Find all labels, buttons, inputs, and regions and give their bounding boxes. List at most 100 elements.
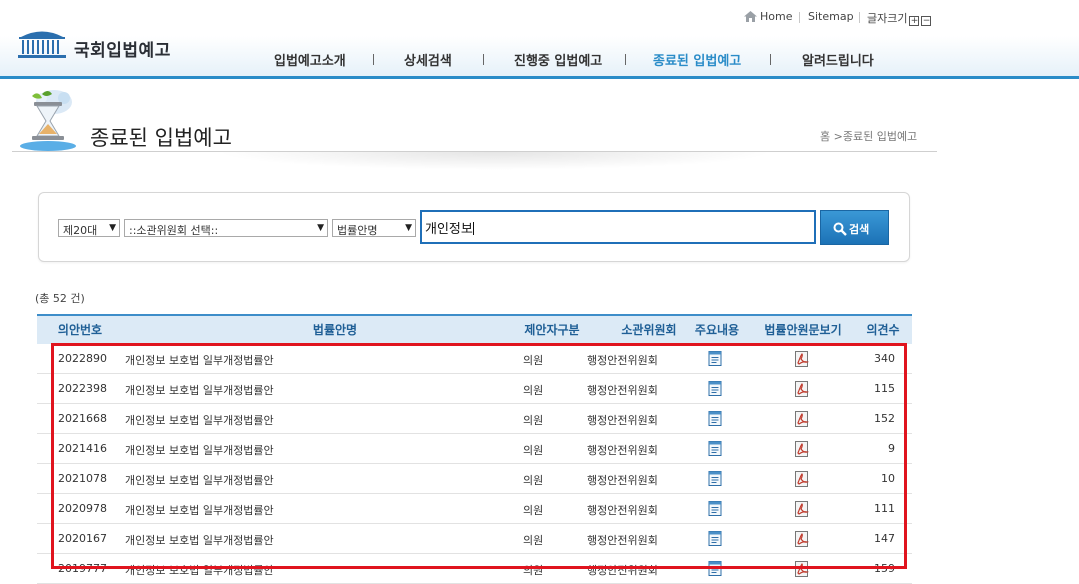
bill-name-link[interactable]: 개인정보 보호법 일부개정법률안 [125, 382, 274, 398]
breadcrumb-current: 종료된 입법예고 [842, 130, 918, 143]
opinion-count: 111 [874, 502, 895, 515]
site-logo[interactable]: 국회입법예고 [16, 28, 181, 62]
assembly-age-select[interactable]: 제20대 ▼ [58, 219, 120, 237]
bill-name-link[interactable]: 개인정보 보호법 일부개정법률안 [125, 472, 274, 488]
document-icon[interactable] [708, 561, 722, 579]
table-row[interactable]: 2022890 개인정보 보호법 일부개정법률안 의원 행정안전위원회 340 [37, 344, 912, 374]
proposer-type: 의원 [523, 504, 544, 517]
title-shadow [215, 152, 775, 170]
committee-name: 행정안전위원회 [587, 534, 658, 547]
table-row[interactable]: 2021416 개인정보 보호법 일부개정법률안 의원 행정안전위원회 9 [37, 434, 912, 464]
search-icon [833, 222, 847, 236]
breadcrumb-home[interactable]: 홈 [820, 130, 830, 143]
table-header: 의안번호 법률안명 제안자구분 소관위원회 주요내용 법률안원문보기 의견수 [37, 314, 912, 344]
search-field-value: 법률안명 [337, 224, 378, 237]
pdf-icon[interactable] [794, 501, 810, 520]
bill-name-link[interactable]: 개인정보 보호법 일부개정법률안 [125, 562, 274, 578]
nav-intro[interactable]: 입법예고소개 [274, 50, 346, 69]
column-header-bill-name[interactable]: 법률안명 [123, 321, 547, 338]
opinion-count: 115 [874, 382, 895, 395]
bill-name-link[interactable]: 개인정보 보호법 일부개정법률안 [125, 532, 274, 548]
pdf-icon[interactable] [794, 471, 810, 490]
breadcrumb-separator: > [833, 130, 843, 143]
opinion-count: 9 [888, 442, 895, 455]
home-link[interactable]: Home [744, 10, 792, 26]
sitemap-link[interactable]: Sitemap [808, 10, 854, 26]
committee-name: 행정안전위원회 [587, 504, 658, 517]
bill-number: 2022890 [58, 352, 107, 365]
opinion-count: 159 [874, 562, 895, 575]
table-row[interactable]: 2021668 개인정보 보호법 일부개정법률안 의원 행정안전위원회 152 [37, 404, 912, 434]
hourglass-icon [20, 90, 76, 151]
pdf-icon[interactable] [794, 441, 810, 460]
table-row[interactable]: 2020167 개인정보 보호법 일부개정법률안 의원 행정안전위원회 147 [37, 524, 912, 554]
search-input[interactable]: 개인정보 [420, 210, 816, 244]
nav-divider [625, 54, 626, 65]
breadcrumb: 홈 >종료된 입법예고 [820, 128, 917, 144]
search-field-select[interactable]: 법률안명 ▼ [332, 219, 416, 237]
proposer-type: 의원 [523, 354, 544, 367]
document-icon[interactable] [708, 351, 722, 369]
font-decrease-button[interactable]: − [921, 16, 932, 26]
nav-detail-search[interactable]: 상세검색 [404, 50, 452, 69]
committee-select[interactable]: ::소관위원회 선택:: ▼ [124, 219, 328, 237]
proposer-type: 의원 [523, 444, 544, 457]
committee-name: 행정안전위원회 [587, 414, 658, 427]
column-header-opinions[interactable]: 의견수 [853, 321, 913, 338]
bill-name-link[interactable]: 개인정보 보호법 일부개정법률안 [125, 412, 274, 428]
bill-number: 2021416 [58, 442, 107, 455]
proposer-type: 의원 [523, 414, 544, 427]
bill-name-link[interactable]: 개인정보 보호법 일부개정법률안 [125, 352, 274, 368]
document-icon[interactable] [708, 531, 722, 549]
table-row[interactable]: 2019777 개인정보 보호법 일부개정법률안 의원 행정안전위원회 159 [37, 554, 912, 584]
nav-closed[interactable]: 종료된 입법예고 [653, 50, 741, 69]
bill-name-link[interactable]: 개인정보 보호법 일부개정법률안 [125, 502, 274, 518]
opinion-count: 10 [881, 472, 895, 485]
assembly-age-value: 제20대 [63, 224, 98, 237]
nav-ongoing[interactable]: 진행중 입법예고 [514, 50, 602, 69]
nav-divider [373, 54, 374, 65]
proposer-type: 의원 [523, 534, 544, 547]
assembly-building-icon [18, 31, 66, 58]
committee-name: 행정안전위원회 [587, 444, 658, 457]
logo-text: 국회입법예고 [74, 41, 171, 61]
committee-name: 행정안전위원회 [587, 564, 658, 577]
table-row[interactable]: 2021078 개인정보 보호법 일부개정법률안 의원 행정안전위원회 10 [37, 464, 912, 494]
search-button[interactable]: 검색 [820, 210, 889, 245]
font-size-control: 글자크기 + − [867, 10, 932, 26]
column-header-summary: 주요내용 [694, 323, 740, 337]
proposer-type: 의원 [523, 564, 544, 577]
site-header: 국회입법예고 Home Sitemap 글자크기 + − 입법예고소개 상세검색 진… [0, 0, 1079, 80]
committee-name: 행정안전위원회 [587, 474, 658, 487]
opinion-count: 147 [874, 532, 895, 545]
text-caret [472, 222, 474, 235]
document-icon[interactable] [708, 501, 722, 519]
column-header-bill-no[interactable]: 의안번호 [37, 321, 123, 338]
bill-name-link[interactable]: 개인정보 보호법 일부개정법률안 [125, 442, 274, 458]
opinion-count: 340 [874, 352, 895, 365]
document-icon[interactable] [708, 471, 722, 489]
pdf-icon[interactable] [794, 531, 810, 550]
bill-number: 2019777 [58, 562, 107, 575]
document-icon[interactable] [708, 441, 722, 459]
nav-notice[interactable]: 알려드립니다 [802, 50, 874, 69]
bill-number: 2021078 [58, 472, 107, 485]
pdf-icon[interactable] [794, 381, 810, 400]
dropdown-arrow-icon: ▼ [405, 223, 412, 233]
nav-divider [483, 54, 484, 65]
pdf-icon[interactable] [794, 351, 810, 370]
pdf-icon[interactable] [794, 561, 810, 580]
table-row[interactable]: 2020978 개인정보 보호법 일부개정법률안 의원 행정안전위원회 111 [37, 494, 912, 524]
document-icon[interactable] [708, 381, 722, 399]
committee-name: 행정안전위원회 [587, 384, 658, 397]
header-divider [0, 76, 1079, 79]
proposer-type: 의원 [523, 474, 544, 487]
font-size-label: 글자크기 [867, 12, 908, 25]
font-increase-button[interactable]: + [909, 16, 920, 26]
opinion-count: 152 [874, 412, 895, 425]
table-row[interactable]: 2022398 개인정보 보호법 일부개정법률안 의원 행정안전위원회 115 [37, 374, 912, 404]
nav-divider [770, 54, 771, 65]
pdf-icon[interactable] [794, 411, 810, 430]
column-header-original: 법률안원문보기 [764, 323, 842, 337]
document-icon[interactable] [708, 411, 722, 429]
